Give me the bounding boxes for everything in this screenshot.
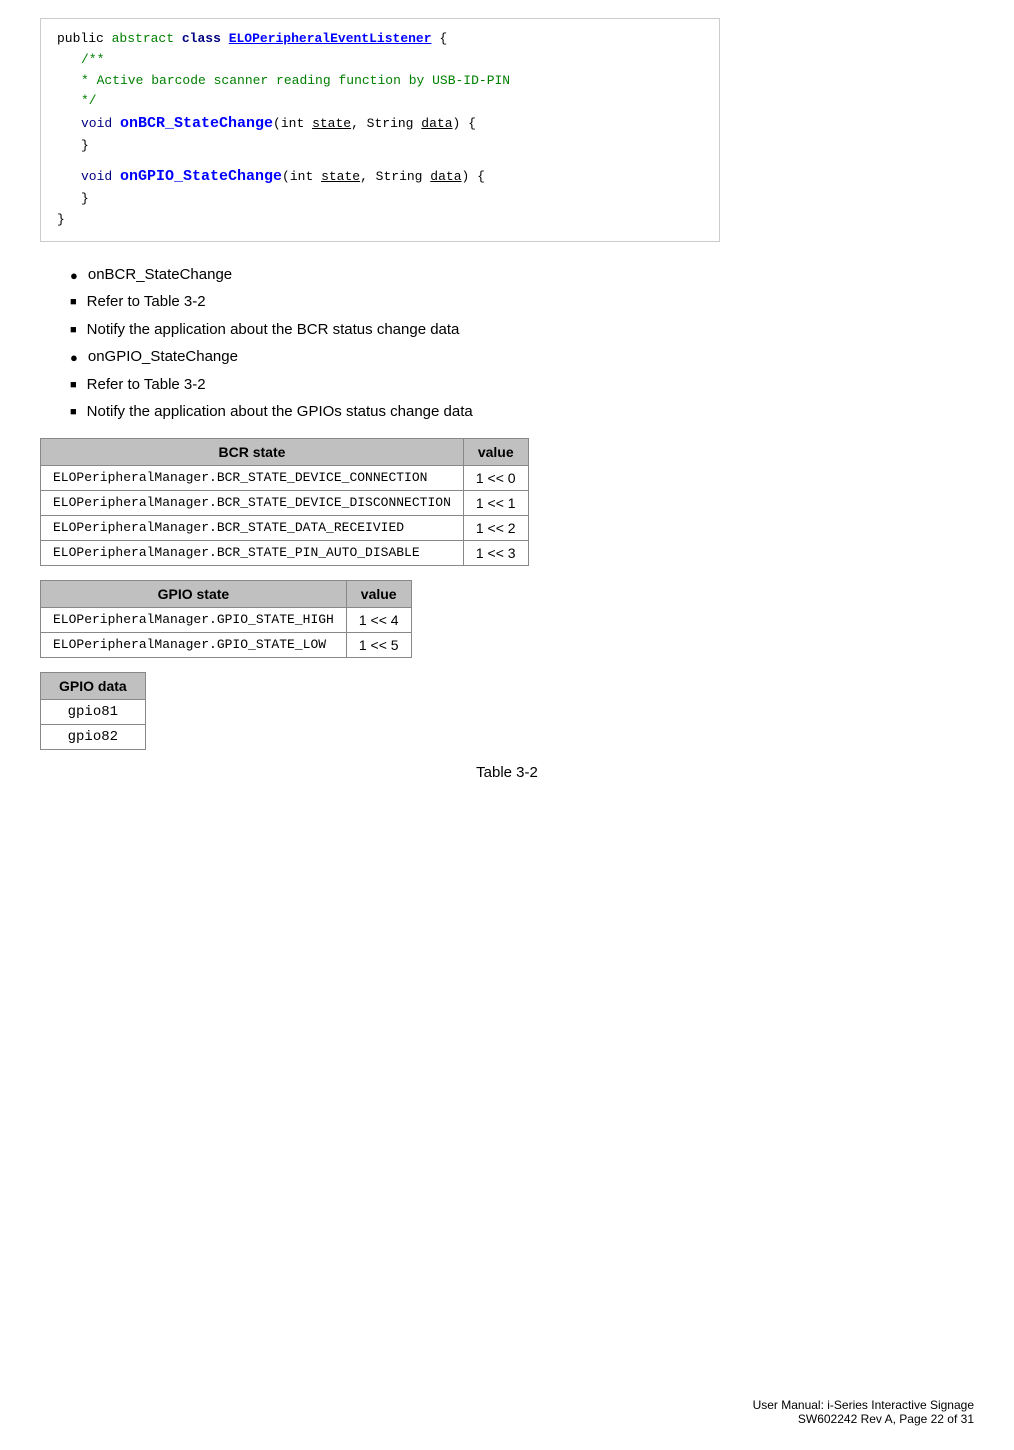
table-row: ELOPeripheralManager.BCR_STATE_DEVICE_CO… xyxy=(41,465,529,490)
gpio-value-header: value xyxy=(346,580,411,607)
code-block: public abstract class ELOPeripheralEvent… xyxy=(40,18,720,242)
bcr-value-header: value xyxy=(463,438,528,465)
table-row: gpio82 xyxy=(41,724,146,749)
bcr-state-cell: ELOPeripheralManager.BCR_STATE_DEVICE_DI… xyxy=(41,490,464,515)
bcr-value-cell: 1 << 1 xyxy=(463,490,528,515)
gpio-state-cell: ELOPeripheralManager.GPIO_STATE_LOW xyxy=(41,632,347,657)
bcr-state-cell: ELOPeripheralManager.BCR_STATE_DATA_RECE… xyxy=(41,515,464,540)
table-row: ELOPeripheralManager.BCR_STATE_DATA_RECE… xyxy=(41,515,529,540)
bcr-value-cell: 1 << 3 xyxy=(463,540,528,565)
footer-line1: User Manual: i-Series Interactive Signag… xyxy=(753,1398,974,1412)
table-row: ELOPeripheralManager.GPIO_STATE_HIGH1 <<… xyxy=(41,607,412,632)
table-row: ELOPeripheralManager.BCR_STATE_DEVICE_DI… xyxy=(41,490,529,515)
list-item: Notify the application about the GPIOs s… xyxy=(70,401,974,424)
bullet-list: onBCR_StateChange Refer to Table 3-2 Not… xyxy=(70,264,974,424)
bcr-value-cell: 1 << 0 xyxy=(463,465,528,490)
bcr-state-header: BCR state xyxy=(41,438,464,465)
list-item: Refer to Table 3-2 xyxy=(70,374,974,397)
table-row: ELOPeripheralManager.GPIO_STATE_LOW1 << … xyxy=(41,632,412,657)
gpio-data-header: GPIO data xyxy=(41,672,146,699)
gpio-state-table: GPIO state value ELOPeripheralManager.GP… xyxy=(40,580,412,658)
gpio-data-cell: gpio82 xyxy=(41,724,146,749)
bcr-state-cell: ELOPeripheralManager.BCR_STATE_DEVICE_CO… xyxy=(41,465,464,490)
gpio-state-cell: ELOPeripheralManager.GPIO_STATE_HIGH xyxy=(41,607,347,632)
table-row: gpio81 xyxy=(41,699,146,724)
gpio-value-cell: 1 << 4 xyxy=(346,607,411,632)
table-caption: Table 3-2 xyxy=(40,764,974,781)
table-row: ELOPeripheralManager.BCR_STATE_PIN_AUTO_… xyxy=(41,540,529,565)
list-item: onBCR_StateChange xyxy=(70,264,974,287)
gpio-data-table: GPIO data gpio81gpio82 xyxy=(40,672,146,750)
gpio-state-header: GPIO state xyxy=(41,580,347,607)
list-item: Notify the application about the BCR sta… xyxy=(70,319,974,342)
gpio-data-cell: gpio81 xyxy=(41,699,146,724)
gpio-value-cell: 1 << 5 xyxy=(346,632,411,657)
bcr-state-table: BCR state value ELOPeripheralManager.BCR… xyxy=(40,438,529,566)
page-footer: User Manual: i-Series Interactive Signag… xyxy=(753,1398,974,1426)
footer-line2: SW602242 Rev A, Page 22 of 31 xyxy=(753,1412,974,1426)
list-item: onGPIO_StateChange xyxy=(70,346,974,369)
bcr-state-cell: ELOPeripheralManager.BCR_STATE_PIN_AUTO_… xyxy=(41,540,464,565)
list-item: Refer to Table 3-2 xyxy=(70,291,974,314)
bcr-value-cell: 1 << 2 xyxy=(463,515,528,540)
